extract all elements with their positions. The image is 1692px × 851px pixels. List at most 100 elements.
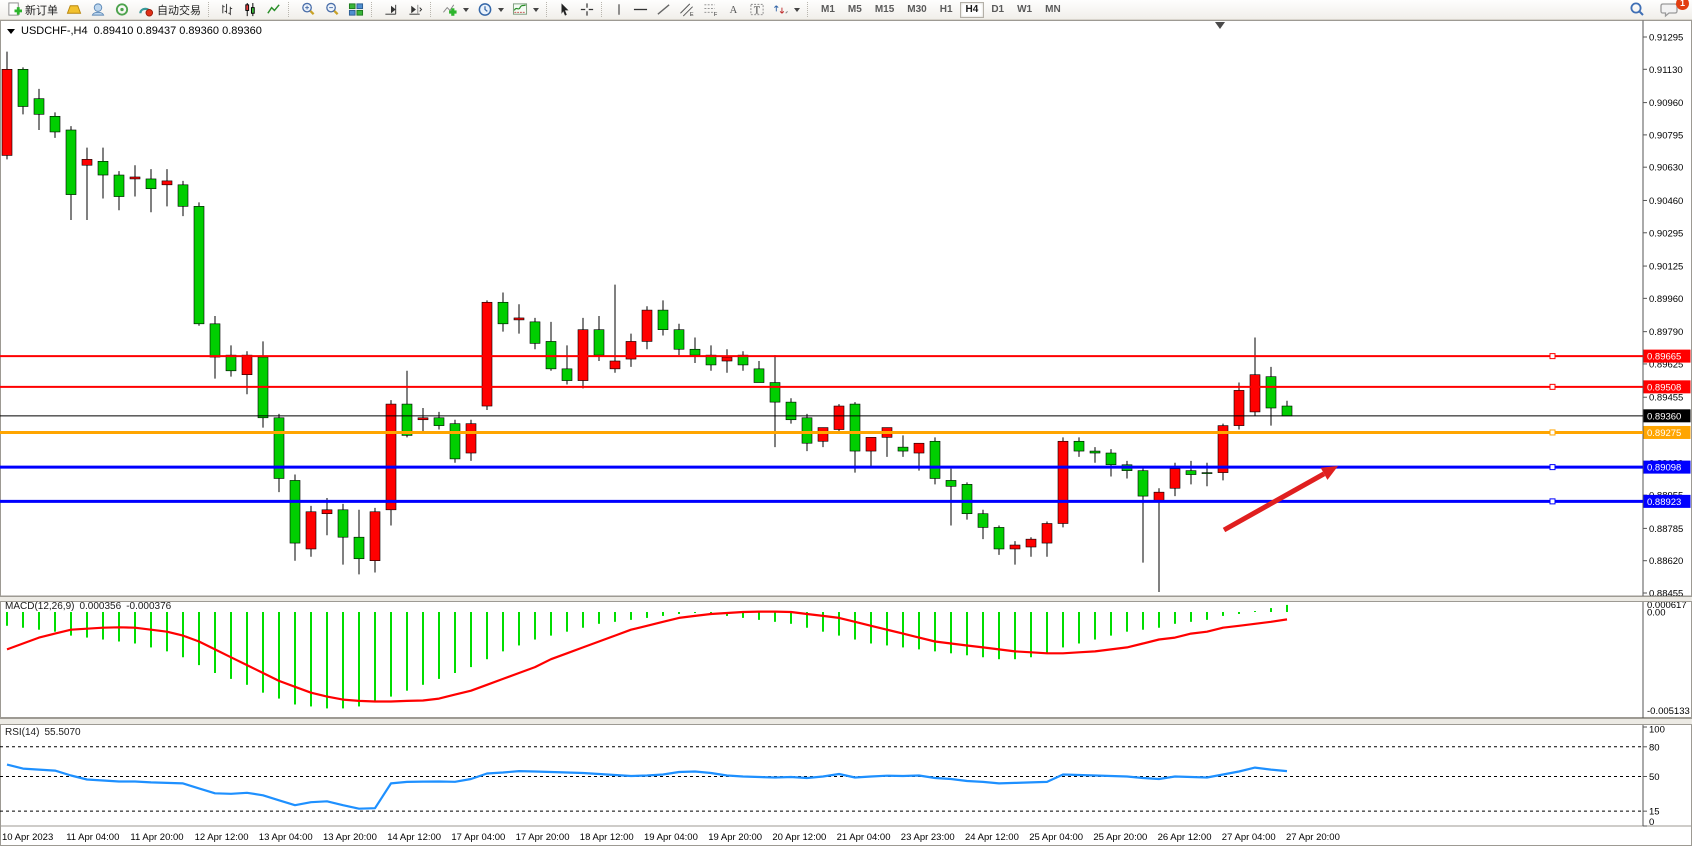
template-icon: [512, 2, 528, 17]
fibonacci-button[interactable]: F: [699, 1, 723, 19]
trendline-button[interactable]: [652, 1, 675, 19]
toolbar-right-group: 1: [1624, 1, 1689, 19]
vline-icon: [613, 2, 625, 17]
timeframe-button-h1[interactable]: H1: [934, 2, 959, 18]
gold-button[interactable]: [62, 1, 86, 19]
chevron-down-icon: [794, 8, 800, 12]
chevron-down-icon: [533, 8, 539, 12]
shapes-button[interactable]: [769, 1, 804, 19]
timeframe-button-m15[interactable]: M15: [869, 2, 900, 18]
timeframe-button-m1[interactable]: M1: [815, 2, 841, 18]
svg-text:A: A: [730, 5, 738, 16]
timeframe-button-m5[interactable]: M5: [842, 2, 868, 18]
svg-text:F: F: [714, 12, 718, 17]
toolbar-separator: [288, 2, 293, 17]
periods-button[interactable]: [473, 1, 508, 19]
line-chart-button[interactable]: [262, 1, 285, 19]
trading-terminal-window: 新订单 自动交易: [0, 0, 1692, 851]
autotrade-button[interactable]: 自动交易: [134, 1, 205, 19]
chevron-down-icon: [498, 8, 504, 12]
text-button[interactable]: A: [723, 1, 745, 19]
toolbar-separator: [546, 2, 551, 17]
macd-value: 0.000356: [79, 601, 121, 612]
rsi-value: 55.5070: [44, 727, 80, 738]
zoom-out-button[interactable]: [320, 1, 344, 19]
rsi-label: RSI(14): [5, 727, 39, 738]
bar-chart-icon: [220, 2, 235, 17]
chart-shift-icon: [407, 2, 423, 17]
rsi-header: RSI(14) 55.5070: [5, 727, 81, 738]
channel-button[interactable]: E: [675, 1, 699, 19]
autotrade-label: 自动交易: [157, 2, 201, 18]
time-axis[interactable]: [0, 827, 1643, 846]
vline-button[interactable]: [609, 1, 629, 19]
zoom-out-icon: [324, 2, 340, 17]
gold-icon: [66, 2, 82, 17]
chat-button[interactable]: 1: [1656, 1, 1683, 19]
line-chart-icon: [266, 2, 281, 17]
template-button[interactable]: [508, 1, 543, 19]
search-icon: [1628, 1, 1646, 18]
broadcast-icon: [114, 2, 130, 17]
publish-button[interactable]: [86, 1, 110, 19]
shapes-icon: [773, 2, 789, 17]
timeframe-button-h4[interactable]: H4: [960, 2, 985, 18]
auto-scroll-button[interactable]: [379, 1, 403, 19]
text-icon: A: [727, 2, 741, 17]
periods-clock-icon: [477, 2, 493, 17]
ohlc-quote: 0.89410 0.89437 0.89360 0.89360: [94, 25, 262, 37]
timeframe-switcher: M1M5M15M30H1H4D1W1MN: [815, 2, 1067, 18]
toolbar: 新订单 自动交易: [0, 0, 1692, 20]
toolbar-separator: [208, 2, 213, 17]
tile-windows-icon: [348, 2, 364, 17]
toolbar-separator: [371, 2, 376, 17]
pane-splitter[interactable]: [0, 596, 1692, 602]
chevron-down-icon: [7, 29, 15, 34]
tile-windows-button[interactable]: [344, 1, 368, 19]
fibonacci-icon: F: [703, 2, 719, 17]
new-order-label: 新订单: [25, 2, 58, 18]
candle-chart-button[interactable]: [239, 1, 262, 19]
trendline-icon: [656, 2, 671, 17]
broadcast-button[interactable]: [110, 1, 134, 19]
price-axis[interactable]: [1644, 21, 1692, 826]
bar-chart-button[interactable]: [216, 1, 239, 19]
timeframe-button-w1[interactable]: W1: [1011, 2, 1038, 18]
quote-bar[interactable]: USDCHF-,H4 0.89410 0.89437 0.89360 0.893…: [7, 25, 262, 37]
new-order-button[interactable]: 新订单: [3, 1, 62, 19]
candle-chart-icon: [243, 2, 258, 17]
search-button[interactable]: [1624, 1, 1650, 19]
add-indicator-button[interactable]: [438, 1, 473, 19]
auto-scroll-icon: [383, 2, 399, 17]
notification-badge: 1: [1676, 0, 1689, 10]
cursor-icon: [558, 2, 572, 17]
timeframe-button-m30[interactable]: M30: [901, 2, 932, 18]
svg-text:E: E: [690, 12, 694, 17]
add-indicator-icon: [442, 2, 458, 17]
chevron-down-icon: [463, 8, 469, 12]
crosshair-button[interactable]: [576, 1, 598, 19]
autotrade-icon: [138, 2, 154, 17]
publish-icon: [90, 2, 106, 17]
channel-icon: E: [679, 2, 695, 17]
macd-header: MACD(12,26,9) 0.000356 -0.000376: [5, 601, 171, 612]
svg-text:T: T: [754, 5, 761, 16]
toolbar-separator: [601, 2, 606, 17]
symbol-period-label: USDCHF-,H4: [21, 25, 88, 37]
label-icon: T: [749, 2, 765, 17]
zoom-in-icon: [300, 2, 316, 17]
new-order-icon: [7, 2, 22, 17]
zoom-in-button[interactable]: [296, 1, 320, 19]
hline-icon: [633, 2, 648, 17]
toolbar-separator: [430, 2, 435, 17]
label-button[interactable]: T: [745, 1, 769, 19]
timeframe-button-mn[interactable]: MN: [1039, 2, 1067, 18]
macd-signal-value: -0.000376: [126, 601, 171, 612]
hline-button[interactable]: [629, 1, 652, 19]
macd-label: MACD(12,26,9): [5, 601, 74, 612]
timeframe-button-d1[interactable]: D1: [985, 2, 1010, 18]
chart-shift-button[interactable]: [403, 1, 427, 19]
toolbar-separator: [807, 2, 812, 17]
pane-splitter[interactable]: [0, 718, 1692, 725]
cursor-button[interactable]: [554, 1, 576, 19]
